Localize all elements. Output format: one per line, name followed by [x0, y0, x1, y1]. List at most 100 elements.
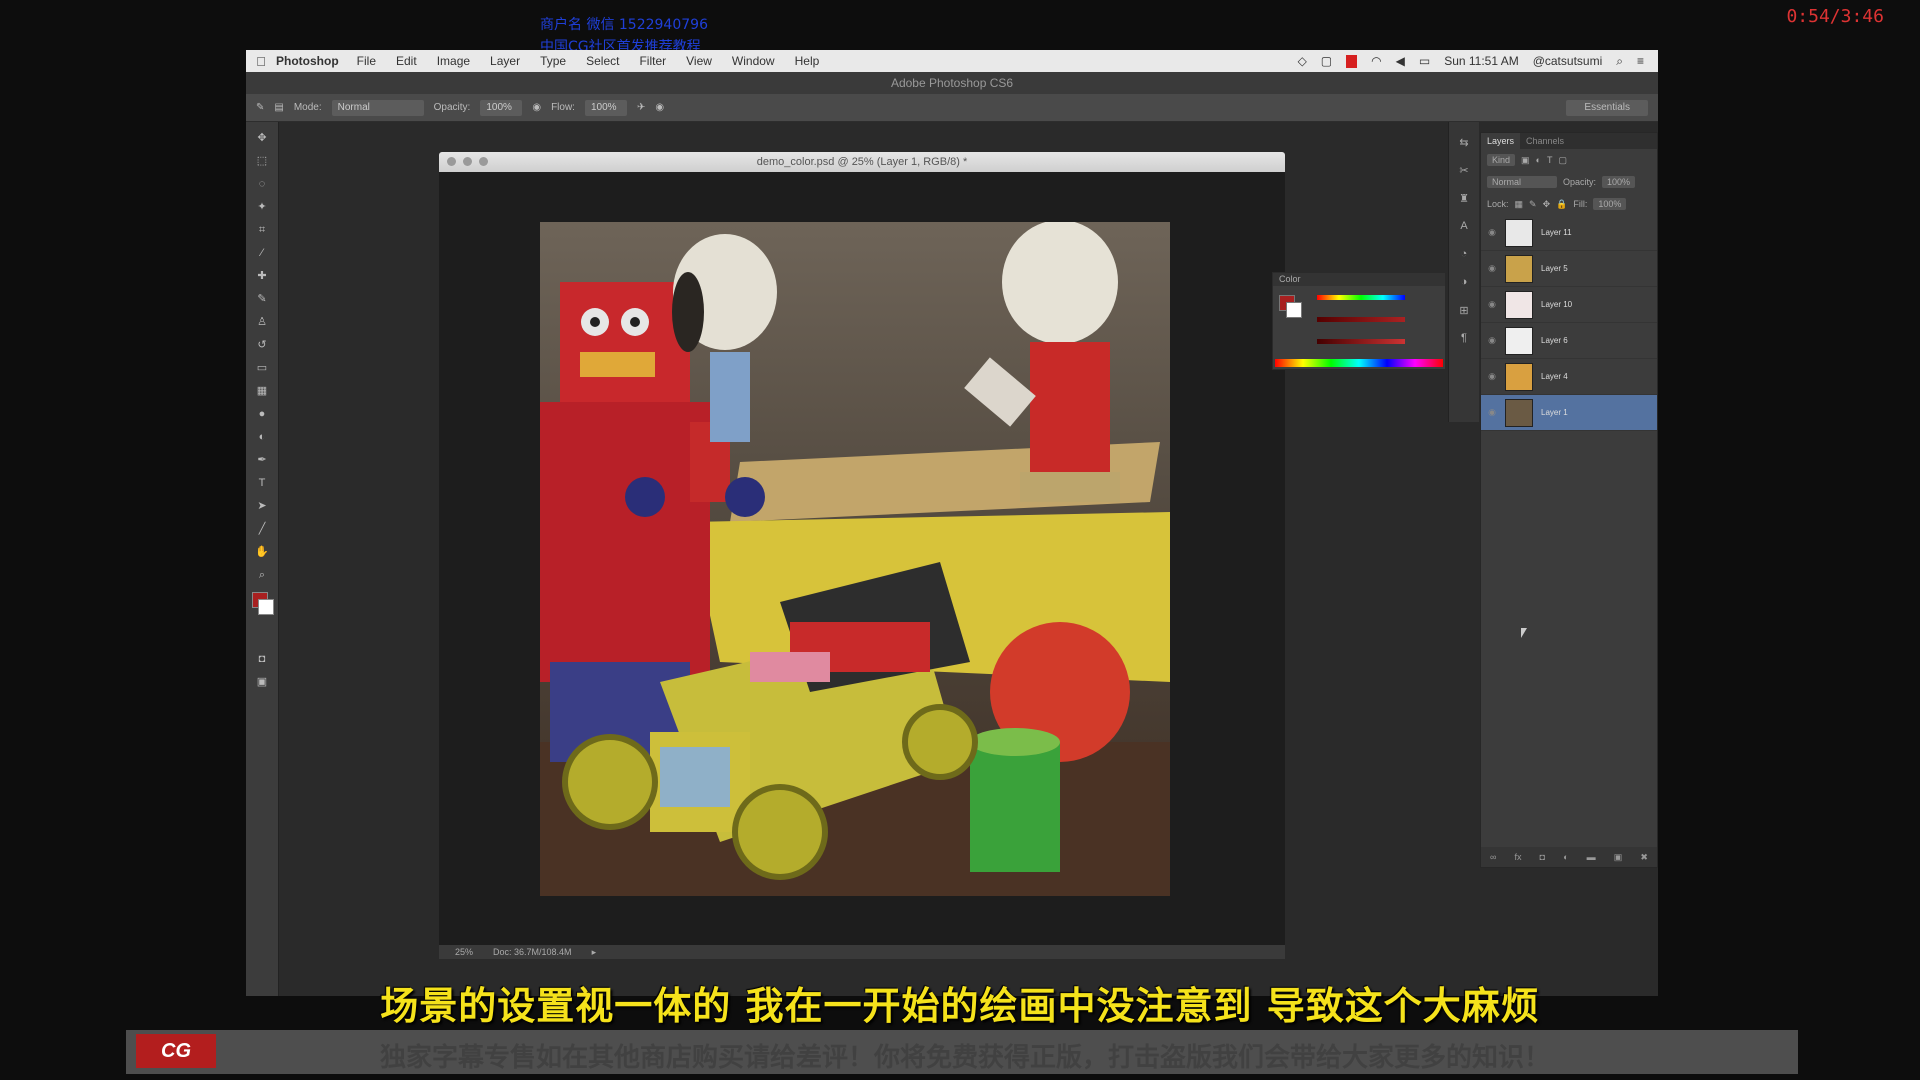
layer-opacity-field[interactable]: 100%	[1602, 176, 1636, 188]
visibility-eye-icon[interactable]: ◉	[1485, 299, 1499, 310]
visibility-eye-icon[interactable]: ◉	[1485, 407, 1499, 418]
tool-presets-icon[interactable]: ✂	[1457, 164, 1471, 178]
brush-tool-icon[interactable]: ✎	[254, 292, 270, 306]
dropbox-icon[interactable]: ◇	[1298, 54, 1307, 68]
blend-mode-select[interactable]: Normal	[1487, 176, 1557, 188]
doc-size[interactable]: Doc: 36.7M/108.4M	[493, 945, 572, 959]
visibility-eye-icon[interactable]: ◉	[1485, 227, 1499, 238]
menu-file[interactable]: File	[357, 54, 376, 68]
zoom-level[interactable]: 25%	[455, 945, 473, 959]
color-panel-background[interactable]	[1286, 302, 1302, 318]
layer-name[interactable]: Layer 11	[1541, 228, 1572, 237]
layer-name[interactable]: Layer 4	[1541, 372, 1568, 381]
link-layers-icon[interactable]: ∞	[1490, 852, 1496, 862]
pressure-opacity-icon[interactable]: ◉	[532, 102, 541, 113]
filter-adjust-icon[interactable]: ◐	[1536, 155, 1541, 165]
quick-mask-icon[interactable]: ◘	[254, 652, 270, 666]
menu-view[interactable]: View	[686, 54, 712, 68]
character-icon[interactable]: A	[1457, 220, 1471, 234]
blue-slider[interactable]	[1317, 339, 1405, 344]
lock-position-icon[interactable]: ✥	[1543, 199, 1551, 210]
status-arrow-icon[interactable]: ▸	[592, 945, 597, 959]
record-status-icon[interactable]	[1346, 54, 1358, 68]
brush-presets-icon[interactable]: ♜	[1457, 192, 1471, 206]
filter-shape-icon[interactable]: ▢	[1558, 155, 1567, 166]
visibility-eye-icon[interactable]: ◉	[1485, 371, 1499, 382]
hand-tool-icon[interactable]: ✋	[254, 545, 270, 559]
user-name[interactable]: @catsutsumi	[1533, 54, 1603, 68]
volume-icon[interactable]: ◀	[1396, 54, 1405, 68]
menu-edit[interactable]: Edit	[396, 54, 417, 68]
layer-thumbnail[interactable]	[1505, 254, 1533, 283]
marquee-tool-icon[interactable]: ⬚	[254, 154, 270, 168]
opacity-field[interactable]: 100%	[480, 99, 523, 116]
apple-icon[interactable]: 	[246, 54, 276, 69]
eraser-icon[interactable]: ▭	[254, 361, 270, 375]
clone-stamp-icon[interactable]: ♙	[254, 315, 270, 329]
painting-artwork[interactable]	[540, 222, 1170, 896]
layer-row[interactable]: ◉ Layer 6	[1481, 323, 1657, 359]
layer-thumbnail[interactable]	[1505, 290, 1533, 319]
layer-thumbnail[interactable]	[1505, 218, 1533, 247]
new-group-icon[interactable]: ▬	[1587, 852, 1596, 862]
clock-text[interactable]: Sun 11:51 AM	[1444, 54, 1519, 68]
dodge-tool-icon[interactable]: ◐	[254, 430, 270, 444]
move-tool-icon[interactable]: ✥	[254, 131, 270, 145]
layer-style-icon[interactable]: fx	[1515, 852, 1522, 862]
path-select-icon[interactable]: ➤	[254, 499, 270, 513]
notification-icon[interactable]: ≡	[1637, 54, 1644, 68]
menu-help[interactable]: Help	[795, 54, 820, 68]
type-tool-icon[interactable]: T	[254, 476, 270, 490]
zoom-window-icon[interactable]	[479, 157, 488, 166]
fill-field[interactable]: 100%	[1593, 198, 1627, 210]
flow-field[interactable]: 100%	[584, 99, 627, 116]
layer-row[interactable]: ◉ Layer 5	[1481, 251, 1657, 287]
lasso-tool-icon[interactable]: ◌	[254, 177, 270, 191]
visibility-eye-icon[interactable]: ◉	[1485, 335, 1499, 346]
document-title-bar[interactable]: demo_color.psd @ 25% (Layer 1, RGB/8) *	[439, 152, 1285, 172]
minimize-window-icon[interactable]	[463, 157, 472, 166]
menu-image[interactable]: Image	[437, 54, 470, 68]
filter-type-icon[interactable]: T	[1547, 155, 1553, 165]
add-mask-icon[interactable]: ◘	[1540, 852, 1545, 862]
wifi-icon[interactable]: ◠	[1371, 54, 1381, 68]
layer-row[interactable]: ◉ Layer 1	[1481, 395, 1657, 431]
history-brush-icon[interactable]: ↺	[254, 338, 270, 352]
visibility-eye-icon[interactable]: ◉	[1485, 263, 1499, 274]
menu-layer[interactable]: Layer	[490, 54, 520, 68]
new-layer-icon[interactable]: ▣	[1614, 852, 1623, 863]
blur-tool-icon[interactable]: ●	[254, 407, 270, 421]
adjustments-icon[interactable]: ◔	[1457, 248, 1471, 262]
gradient-icon[interactable]: ▦	[254, 384, 270, 398]
battery-icon[interactable]: ▭	[1419, 54, 1430, 68]
brush-preset-icon[interactable]: ✎	[256, 102, 264, 113]
layer-thumbnail[interactable]	[1505, 362, 1533, 391]
layer-thumbnail[interactable]	[1505, 398, 1533, 427]
pressure-size-icon[interactable]: ◉	[655, 102, 664, 113]
green-slider[interactable]	[1317, 317, 1405, 322]
delete-layer-icon[interactable]: ✖	[1640, 852, 1648, 863]
lock-transparent-icon[interactable]: ▦	[1515, 199, 1524, 210]
airbrush-icon[interactable]: ✈	[637, 102, 645, 113]
close-window-icon[interactable]	[447, 157, 456, 166]
mode-select[interactable]: Normal	[331, 99, 424, 116]
adjustment-layer-icon[interactable]: ◐	[1563, 852, 1568, 862]
pen-tool-icon[interactable]: ✒	[254, 453, 270, 467]
screen-mode-icon[interactable]: ▣	[254, 675, 270, 689]
lock-image-icon[interactable]: ✎	[1529, 199, 1537, 210]
color-spectrum[interactable]	[1275, 359, 1443, 367]
layer-name[interactable]: Layer 1	[1541, 408, 1568, 417]
layer-row[interactable]: ◉ Layer 10	[1481, 287, 1657, 323]
lock-all-icon[interactable]: 🔒	[1556, 199, 1567, 210]
healing-brush-icon[interactable]: ✚	[254, 269, 270, 283]
layer-name[interactable]: Layer 6	[1541, 336, 1568, 345]
layer-thumbnail[interactable]	[1505, 326, 1533, 355]
eyedropper-icon[interactable]: ⁄	[254, 246, 270, 260]
info-icon[interactable]: ¶	[1457, 332, 1471, 346]
menu-type[interactable]: Type	[540, 54, 566, 68]
tab-channels[interactable]: Channels	[1520, 133, 1570, 149]
menu-window[interactable]: Window	[732, 54, 775, 68]
menu-filter[interactable]: Filter	[639, 54, 666, 68]
line-tool-icon[interactable]: ╱	[254, 522, 270, 536]
styles-icon[interactable]: ◑	[1457, 276, 1471, 290]
